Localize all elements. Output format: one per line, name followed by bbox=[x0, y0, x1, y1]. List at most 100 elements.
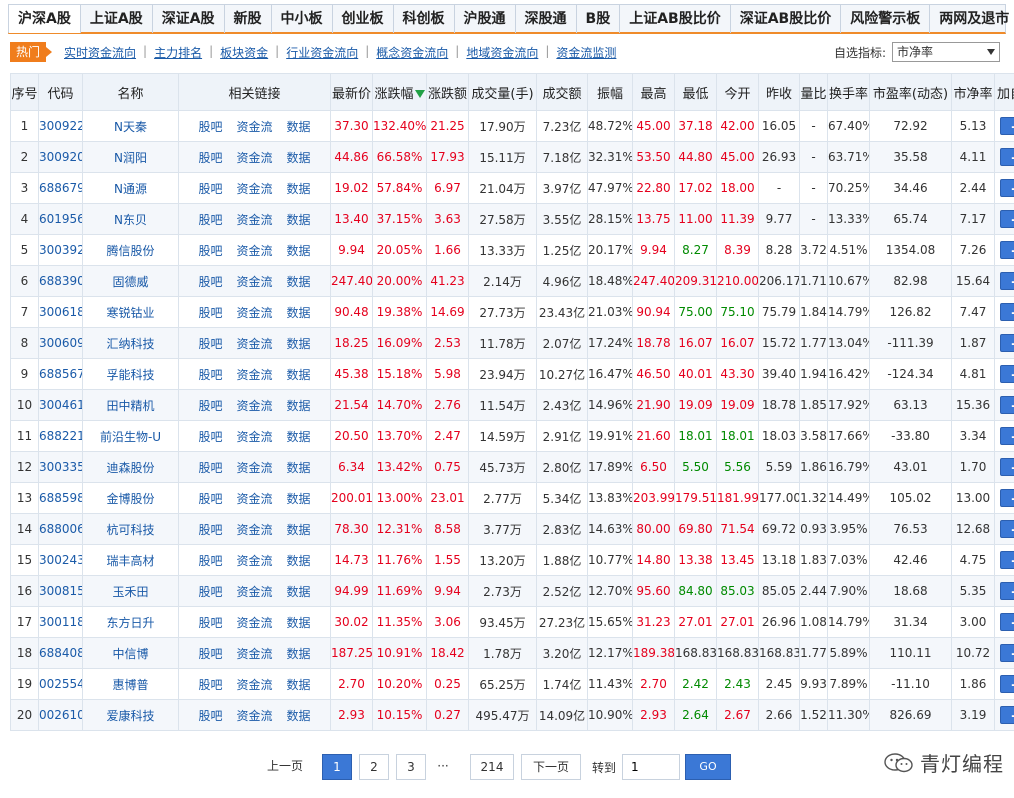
tab-4[interactable]: 中小板 bbox=[272, 5, 333, 33]
cell-name[interactable]: 玉禾田 bbox=[82, 575, 179, 607]
page-last-button[interactable]: 214 bbox=[470, 754, 514, 780]
tab-6[interactable]: 科创板 bbox=[394, 5, 455, 33]
cell-code[interactable]: 688221 bbox=[38, 420, 83, 452]
related-link-2[interactable]: 数据 bbox=[287, 678, 311, 692]
related-link-1[interactable]: 资金流 bbox=[236, 151, 272, 165]
column-header-5[interactable]: 涨跌幅 bbox=[372, 73, 427, 111]
hot-link-4[interactable]: 概念资金流向 bbox=[376, 44, 448, 61]
tab-2[interactable]: 深证A股 bbox=[153, 5, 225, 33]
related-link-0[interactable]: 股吧 bbox=[198, 554, 222, 568]
related-link-0[interactable]: 股吧 bbox=[198, 368, 222, 382]
hot-link-6[interactable]: 资金流监测 bbox=[556, 44, 616, 61]
related-link-1[interactable]: 资金流 bbox=[236, 337, 272, 351]
related-link-1[interactable]: 资金流 bbox=[236, 213, 272, 227]
related-link-1[interactable]: 资金流 bbox=[236, 709, 272, 723]
tab-9[interactable]: B股 bbox=[577, 5, 621, 33]
related-link-2[interactable]: 数据 bbox=[287, 492, 311, 506]
add-watchlist-button[interactable]: + bbox=[999, 706, 1014, 725]
add-watchlist-button[interactable]: + bbox=[999, 489, 1014, 508]
cell-name[interactable]: 田中精机 bbox=[82, 389, 179, 421]
related-link-2[interactable]: 数据 bbox=[287, 430, 311, 444]
page-2-button[interactable]: 2 bbox=[359, 754, 389, 780]
cell-name[interactable]: N东贝 bbox=[82, 203, 179, 235]
column-header-11[interactable]: 最低 bbox=[674, 73, 717, 111]
add-watchlist-button[interactable]: + bbox=[999, 148, 1014, 167]
cell-name[interactable]: 瑞丰高材 bbox=[82, 544, 179, 576]
related-link-2[interactable]: 数据 bbox=[287, 616, 311, 630]
cell-name[interactable]: 惠博普 bbox=[82, 668, 179, 700]
related-link-1[interactable]: 资金流 bbox=[236, 616, 272, 630]
tab-8[interactable]: 深股通 bbox=[516, 5, 577, 33]
add-watchlist-button[interactable]: + bbox=[999, 675, 1014, 694]
related-link-1[interactable]: 资金流 bbox=[236, 554, 272, 568]
column-header-9[interactable]: 振幅 bbox=[587, 73, 633, 111]
related-link-2[interactable]: 数据 bbox=[287, 585, 311, 599]
related-link-0[interactable]: 股吧 bbox=[198, 523, 222, 537]
cell-code[interactable]: 300920 bbox=[38, 141, 83, 173]
cell-code[interactable]: 300815 bbox=[38, 575, 83, 607]
cell-code[interactable]: 688408 bbox=[38, 637, 83, 669]
related-link-1[interactable]: 资金流 bbox=[236, 523, 272, 537]
column-header-7[interactable]: 成交量(手) bbox=[468, 73, 537, 111]
add-watchlist-button[interactable]: + bbox=[999, 179, 1014, 198]
cell-code[interactable]: 300335 bbox=[38, 451, 83, 483]
tab-3[interactable]: 新股 bbox=[225, 5, 272, 33]
add-watchlist-button[interactable]: + bbox=[999, 613, 1014, 632]
related-link-0[interactable]: 股吧 bbox=[198, 647, 222, 661]
cell-name[interactable]: 金博股份 bbox=[82, 482, 179, 514]
page-3-button[interactable]: 3 bbox=[396, 754, 426, 780]
related-link-1[interactable]: 资金流 bbox=[236, 368, 272, 382]
related-link-1[interactable]: 资金流 bbox=[236, 399, 272, 413]
hot-link-5[interactable]: 地域资金流向 bbox=[466, 44, 538, 61]
hot-link-0[interactable]: 实时资金流向 bbox=[64, 44, 136, 61]
related-link-1[interactable]: 资金流 bbox=[236, 647, 272, 661]
related-link-0[interactable]: 股吧 bbox=[198, 461, 222, 475]
cell-code[interactable]: 688006 bbox=[38, 513, 83, 545]
cell-name[interactable]: 前沿生物-U bbox=[82, 420, 179, 452]
tab-0[interactable]: 沪深A股 bbox=[9, 5, 81, 33]
related-link-1[interactable]: 资金流 bbox=[236, 678, 272, 692]
related-link-1[interactable]: 资金流 bbox=[236, 306, 272, 320]
column-header-17[interactable]: 市净率 bbox=[951, 73, 995, 111]
cell-code[interactable]: 300618 bbox=[38, 296, 83, 328]
cell-code[interactable]: 688598 bbox=[38, 482, 83, 514]
go-button[interactable]: GO bbox=[685, 754, 732, 780]
cell-name[interactable]: 固德威 bbox=[82, 265, 179, 297]
add-watchlist-button[interactable]: + bbox=[999, 365, 1014, 384]
cell-name[interactable]: 中信博 bbox=[82, 637, 179, 669]
related-link-2[interactable]: 数据 bbox=[287, 399, 311, 413]
related-link-0[interactable]: 股吧 bbox=[198, 430, 222, 444]
cell-name[interactable]: 寒锐钴业 bbox=[82, 296, 179, 328]
related-link-2[interactable]: 数据 bbox=[287, 151, 311, 165]
related-link-1[interactable]: 资金流 bbox=[236, 461, 272, 475]
cell-name[interactable]: 爱康科技 bbox=[82, 699, 179, 731]
related-link-0[interactable]: 股吧 bbox=[198, 244, 222, 258]
column-header-8[interactable]: 成交额 bbox=[536, 73, 588, 111]
cell-code[interactable]: 300461 bbox=[38, 389, 83, 421]
column-header-12[interactable]: 今开 bbox=[716, 73, 759, 111]
related-link-0[interactable]: 股吧 bbox=[198, 678, 222, 692]
related-link-1[interactable]: 资金流 bbox=[236, 244, 272, 258]
add-watchlist-button[interactable]: + bbox=[999, 644, 1014, 663]
cell-code[interactable]: 300243 bbox=[38, 544, 83, 576]
tab-11[interactable]: 深证AB股比价 bbox=[731, 5, 842, 33]
related-link-2[interactable]: 数据 bbox=[287, 368, 311, 382]
related-link-2[interactable]: 数据 bbox=[287, 120, 311, 134]
add-watchlist-button[interactable]: + bbox=[999, 582, 1014, 601]
related-link-0[interactable]: 股吧 bbox=[198, 213, 222, 227]
cell-code[interactable]: 002610 bbox=[38, 699, 83, 731]
related-link-2[interactable]: 数据 bbox=[287, 306, 311, 320]
tab-5[interactable]: 创业板 bbox=[333, 5, 394, 33]
related-link-2[interactable]: 数据 bbox=[287, 461, 311, 475]
column-header-10[interactable]: 最高 bbox=[632, 73, 675, 111]
related-link-0[interactable]: 股吧 bbox=[198, 585, 222, 599]
related-link-2[interactable]: 数据 bbox=[287, 554, 311, 568]
related-link-2[interactable]: 数据 bbox=[287, 647, 311, 661]
add-watchlist-button[interactable]: + bbox=[999, 396, 1014, 415]
hot-link-2[interactable]: 板块资金 bbox=[220, 44, 268, 61]
column-header-16[interactable]: 市盈率(动态) bbox=[869, 73, 952, 111]
cell-code[interactable]: 300392 bbox=[38, 234, 83, 266]
related-link-1[interactable]: 资金流 bbox=[236, 120, 272, 134]
related-link-0[interactable]: 股吧 bbox=[198, 151, 222, 165]
cell-code[interactable]: 688567 bbox=[38, 358, 83, 390]
